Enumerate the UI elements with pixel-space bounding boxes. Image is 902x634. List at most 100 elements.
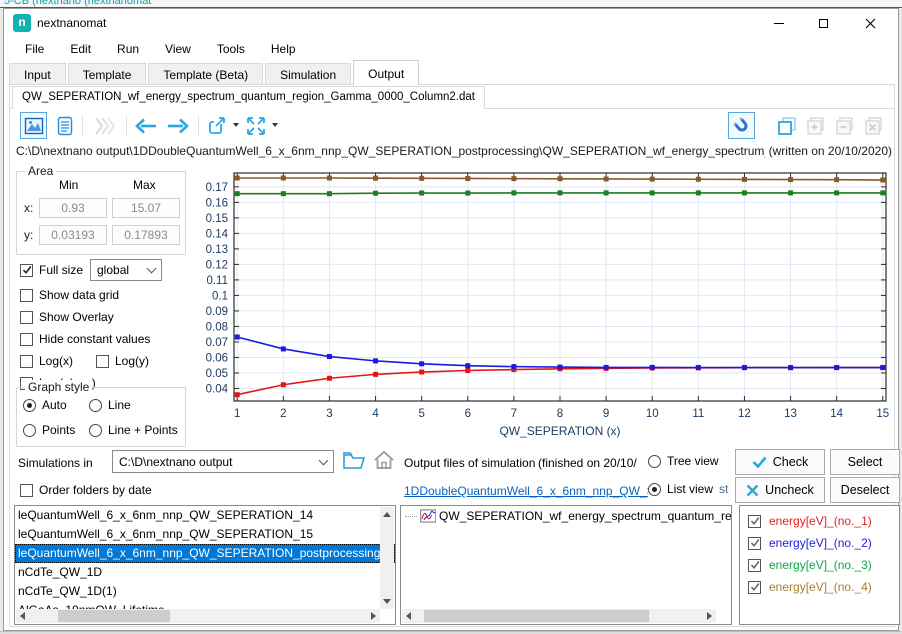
tab-input[interactable]: Input	[9, 63, 66, 85]
close-page-button[interactable]	[860, 112, 887, 139]
tab-template[interactable]: Template	[68, 63, 147, 85]
list-view-radio[interactable]	[648, 483, 661, 496]
menu-help[interactable]: Help	[258, 39, 309, 59]
svg-text:12: 12	[738, 408, 751, 420]
show-graph-button[interactable]	[20, 112, 47, 139]
deselect-button[interactable]: Deselect	[830, 477, 900, 503]
log-y-checkbox[interactable]	[96, 355, 109, 368]
simulation-link[interactable]: 1DDoubleQuantumWell_6_x_6nm_nnp_QW_SEP	[404, 484, 648, 498]
tab-template-beta[interactable]: Template (Beta)	[148, 63, 263, 85]
horizontal-scrollbar[interactable]	[402, 609, 716, 623]
output-file-item[interactable]: QW_SEPERATION_wf_energy_spectrum_quantum…	[401, 506, 731, 526]
simulations-listbox[interactable]: leQuantumWell_6_x_6nm_nnp_QW_SEPERATION_…	[14, 505, 396, 625]
uncheck-button[interactable]: Uncheck	[735, 477, 825, 503]
file-path: C:\D\nextnano output\1DDoubleQuantumWell…	[16, 144, 765, 161]
x-max-field[interactable]: 15.07	[112, 198, 180, 218]
open-folder-button[interactable]	[342, 449, 366, 474]
style-auto-row: Auto	[23, 398, 67, 412]
scroll-right-arrow[interactable]	[707, 612, 712, 620]
snap-cursor-button[interactable]	[728, 112, 755, 139]
full-size-scope-select[interactable]: global	[90, 259, 162, 281]
style-auto-radio[interactable]	[23, 399, 36, 412]
file-tab[interactable]: QW_SEPERATION_wf_energy_spectrum_quantum…	[12, 86, 485, 109]
curve-legend-list[interactable]: energy[eV]_(no._1) energy[eV]_(no._2) en…	[739, 505, 900, 625]
copy-image-button[interactable]	[773, 112, 800, 139]
stacked-layers-icon	[90, 116, 120, 136]
output-files-tree[interactable]: QW_SEPERATION_wf_energy_spectrum_quantum…	[400, 505, 732, 625]
export-dropdown-caret[interactable]	[233, 123, 239, 127]
menu-view[interactable]: View	[152, 39, 204, 59]
maximize-button[interactable]	[801, 9, 846, 37]
x-min-field[interactable]: 0.93	[39, 198, 107, 218]
simulation-item-selected[interactable]: leQuantumWell_6_x_6nm_nnp_QW_SEPERATION_…	[15, 544, 395, 563]
check-button[interactable]: Check	[735, 449, 825, 475]
menu-run[interactable]: Run	[104, 39, 152, 59]
svg-text:9: 9	[603, 408, 609, 420]
tree-view-radio[interactable]	[648, 455, 661, 468]
next-file-button[interactable]	[163, 112, 193, 139]
legend-checkbox[interactable]	[748, 537, 761, 550]
scroll-left-arrow[interactable]	[406, 612, 411, 620]
legend-item[interactable]: energy[eV]_(no._1)	[740, 510, 899, 532]
y-min-field[interactable]: 0.03193	[39, 225, 107, 245]
hide-constant-checkbox[interactable]	[20, 333, 33, 346]
legend-item[interactable]: energy[eV]_(no._2)	[740, 532, 899, 554]
remove-page-button[interactable]	[831, 112, 858, 139]
simulations-folder-value: C:\D\nextnano output	[119, 455, 232, 469]
legend-item[interactable]: energy[eV]_(no._3)	[740, 554, 899, 576]
show-text-button[interactable]	[51, 112, 78, 139]
area-groupbox: Area Min Max x: 0.93 15.07 y: 0.03193 0.…	[16, 171, 186, 255]
tab-output[interactable]: Output	[353, 60, 419, 85]
scroll-up-arrow[interactable]	[383, 512, 391, 517]
show-data-grid-checkbox[interactable]	[20, 289, 33, 302]
expand-arrows-icon	[246, 116, 266, 136]
export-button[interactable]	[203, 112, 230, 139]
overlay-pages-button[interactable]	[88, 112, 122, 139]
menu-file[interactable]: File	[12, 39, 57, 59]
scrollbar-thumb[interactable]	[424, 610, 649, 622]
svg-text:8: 8	[557, 408, 563, 420]
y-max-field[interactable]: 0.17893	[112, 225, 180, 245]
fit-view-button[interactable]	[242, 112, 269, 139]
style-line-points-radio[interactable]	[89, 424, 102, 437]
simulation-item[interactable]: leQuantumWell_6_x_6nm_nnp_QW_SEPERATION_…	[15, 506, 395, 525]
close-button[interactable]	[848, 9, 893, 37]
style-line-points-row: Line + Points	[89, 423, 178, 437]
menu-tools[interactable]: Tools	[204, 39, 258, 59]
fit-dropdown-caret[interactable]	[272, 123, 278, 127]
scroll-down-arrow[interactable]	[383, 599, 391, 604]
tab-simulation[interactable]: Simulation	[265, 63, 351, 85]
minimize-icon	[774, 23, 784, 24]
legend-checkbox[interactable]	[748, 581, 761, 594]
svg-text:0.17: 0.17	[206, 182, 228, 194]
select-button[interactable]: Select	[830, 449, 900, 475]
graph-style-title: Graph style	[25, 380, 92, 394]
legend-checkbox[interactable]	[748, 515, 761, 528]
horizontal-scrollbar[interactable]	[16, 609, 380, 623]
style-line-radio[interactable]	[89, 399, 102, 412]
simulation-item[interactable]: nCdTe_QW_1D	[15, 563, 395, 582]
add-page-button[interactable]	[802, 112, 829, 139]
svg-text:0.06: 0.06	[206, 352, 228, 364]
menu-edit[interactable]: Edit	[57, 39, 104, 59]
log-x-checkbox[interactable]	[20, 355, 33, 368]
scroll-left-arrow[interactable]	[20, 612, 25, 620]
vertical-scrollbar[interactable]	[380, 507, 394, 609]
previous-file-button[interactable]	[131, 112, 161, 139]
simulation-item[interactable]: leQuantumWell_6_x_6nm_nnp_QW_SEPERATION_…	[15, 525, 395, 544]
legend-item[interactable]: energy[eV]_(no._4)	[740, 576, 899, 598]
minimize-button[interactable]	[756, 9, 801, 37]
show-overlay-checkbox[interactable]	[20, 311, 33, 324]
style-points-radio[interactable]	[23, 424, 36, 437]
legend-checkbox[interactable]	[748, 559, 761, 572]
check-icon	[752, 456, 767, 468]
simulation-item[interactable]: nCdTe_QW_1D(1)	[15, 582, 395, 601]
home-folder-button[interactable]	[372, 449, 396, 474]
energy-spectrum-chart[interactable]: 0.040.050.060.070.080.090.10.110.120.130…	[186, 165, 894, 443]
order-by-date-checkbox[interactable]	[20, 484, 33, 497]
svg-text:0.16: 0.16	[206, 197, 228, 209]
scrollbar-thumb[interactable]	[58, 610, 170, 622]
full-size-checkbox[interactable]	[20, 264, 33, 277]
simulations-folder-combo[interactable]: C:\D\nextnano output	[112, 450, 334, 473]
scroll-right-arrow[interactable]	[371, 612, 376, 620]
